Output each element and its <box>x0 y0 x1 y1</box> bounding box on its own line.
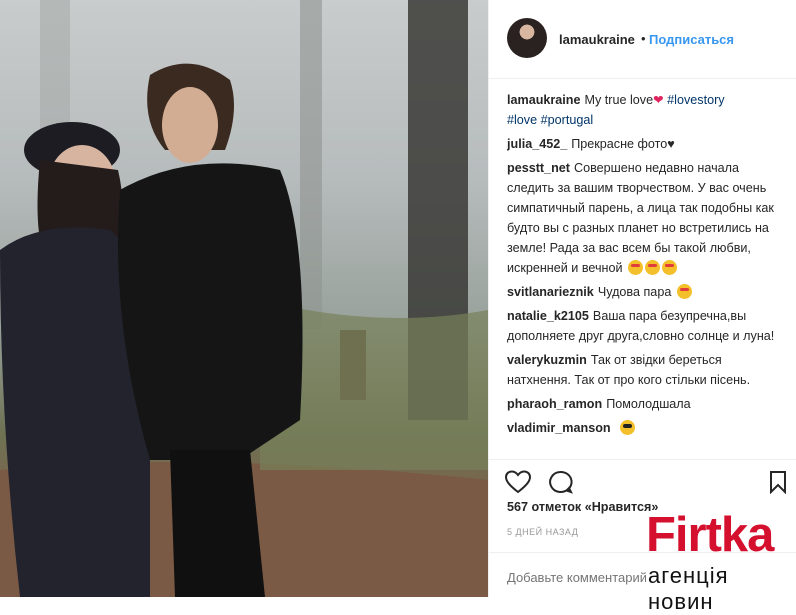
caption: lamaukraine My true love❤ #lovestory #lov… <box>507 90 779 130</box>
hashtag-portugal[interactable]: #portugal <box>541 113 594 127</box>
sunglasses-emoji-icon <box>620 420 636 435</box>
kiss-emoji-icon <box>645 260 661 275</box>
comment-username[interactable]: pharaoh_ramon <box>507 397 602 411</box>
watermark-subtitle: агенція новин <box>646 563 796 615</box>
heart-emoji-icon: ❤ <box>653 93 664 107</box>
comment-username[interactable]: pesstt_net <box>507 161 570 175</box>
comment-item: svitlanarieznik Чудова пара <box>507 282 779 302</box>
hashtag-love[interactable]: #love <box>507 113 537 127</box>
bookmark-icon[interactable] <box>769 470 787 499</box>
comment-text: Совершено недавно начала следить за ваши… <box>507 161 774 275</box>
heart-eyes-emoji-icon <box>676 284 692 299</box>
photo-scene <box>0 0 488 597</box>
separator-dot: • <box>641 31 646 46</box>
comment-username[interactable]: vladimir_manson <box>507 421 611 435</box>
action-bar <box>489 459 796 502</box>
watermark-brand: Firtka <box>646 508 774 562</box>
heart-eyes-emoji-icon <box>662 260 678 275</box>
hashtag-lovestory[interactable]: #lovestory <box>667 93 724 107</box>
comment-item: pharaoh_ramon Помолодшала <box>507 394 779 414</box>
comment-item: vladimir_manson <box>507 418 779 438</box>
comment-item: valerykuzmin Так от звідки береться натхн… <box>507 350 779 390</box>
author-username[interactable]: lamaukraine <box>559 32 635 47</box>
avatar[interactable] <box>507 18 547 58</box>
comment-username[interactable]: valerykuzmin <box>507 353 587 367</box>
comment-item: julia_452_ Прекрасне фото♥ <box>507 134 779 154</box>
post-header: lamaukraine • Подписаться <box>489 0 796 79</box>
comment-text: Помолодшала <box>606 397 691 411</box>
heart-eyes-emoji-icon <box>628 260 644 275</box>
comment-text: Прекрасне фото <box>571 137 668 151</box>
follow-button[interactable]: Подписаться <box>649 32 734 47</box>
heart-icon[interactable] <box>504 470 532 499</box>
comment-username[interactable]: julia_452_ <box>507 137 567 151</box>
post-photo[interactable] <box>0 0 488 597</box>
caption-text: My true love <box>584 93 654 107</box>
post-timestamp: 5 ДНЕЙ НАЗАД <box>507 527 579 537</box>
comment-item: natalie_k2105 Ваша пара безупречна,вы доп… <box>507 306 779 346</box>
comment-username[interactable]: natalie_k2105 <box>507 309 589 323</box>
caption-username[interactable]: lamaukraine <box>507 93 581 107</box>
comment-text: Чудова пара <box>597 285 672 299</box>
watermark-logo: Firtka агенція новин <box>636 505 796 615</box>
comments-list[interactable]: lamaukraine My true love❤ #lovestory #lov… <box>507 90 779 458</box>
comment-username[interactable]: svitlanarieznik <box>507 285 594 299</box>
black-heart-icon: ♥ <box>667 137 675 151</box>
comment-icon[interactable] <box>547 470 573 499</box>
comment-item: pesstt_net Совершено недавно начала следи… <box>507 158 779 278</box>
